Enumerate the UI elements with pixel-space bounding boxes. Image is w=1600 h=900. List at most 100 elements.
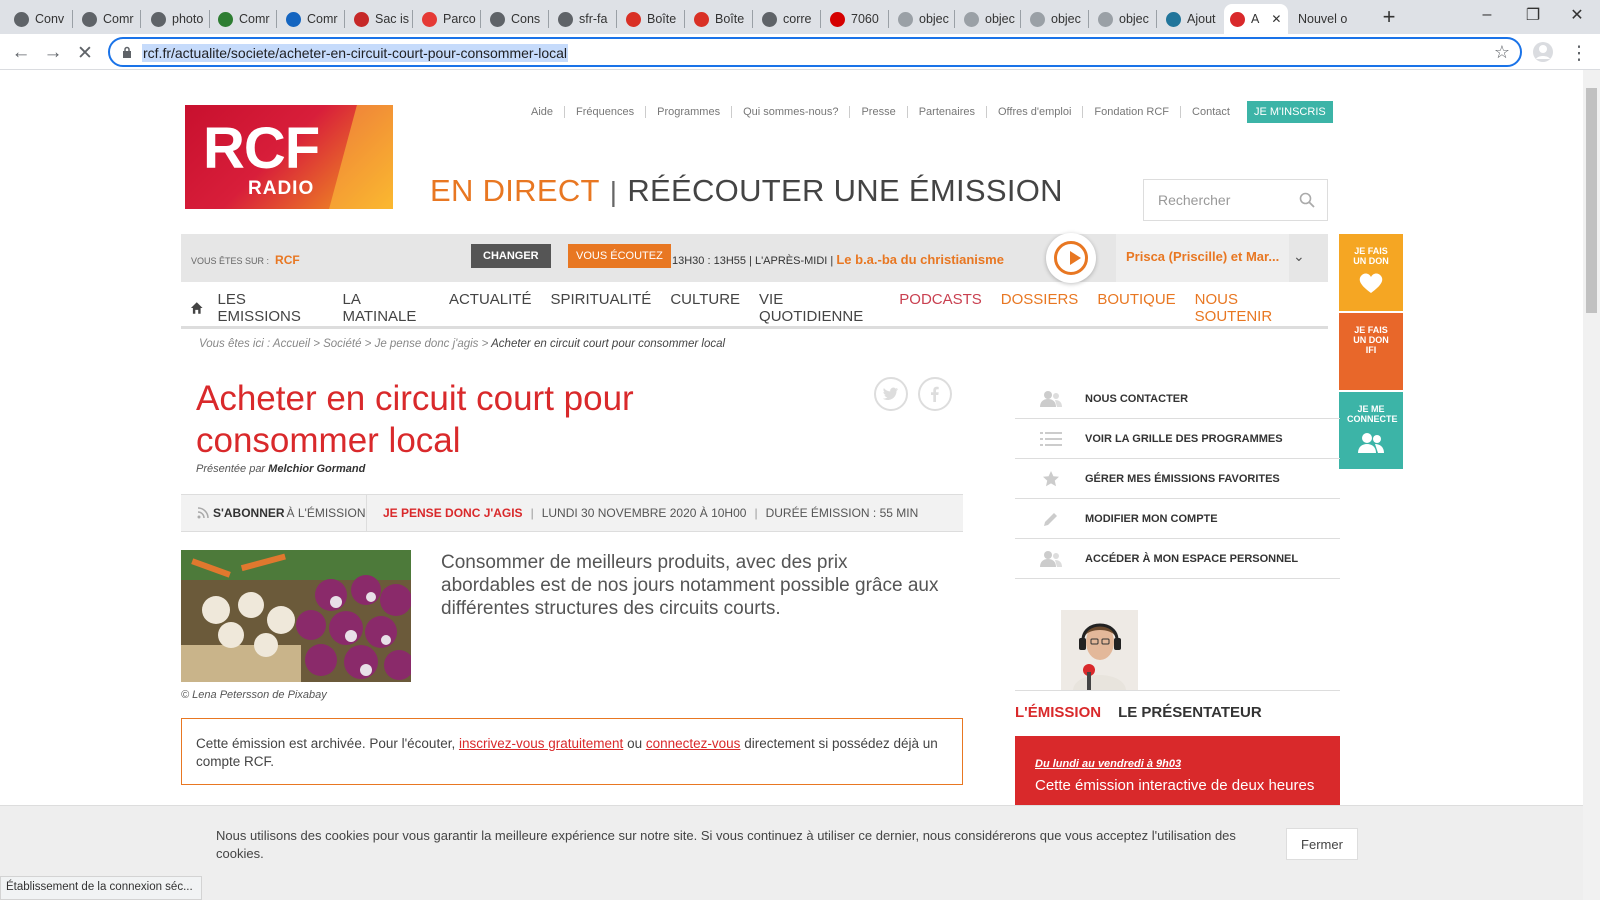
search-input[interactable]: Rechercher — [1143, 179, 1328, 221]
minimize-icon[interactable]: – — [1464, 0, 1510, 30]
mainnav-item[interactable]: LES EMISSIONS — [218, 291, 324, 325]
cookie-banner: Nous utilisons des cookies pour vous gar… — [0, 805, 1583, 900]
browser-tab[interactable]: Comr — [280, 4, 342, 34]
tab-presentateur[interactable]: LE PRÉSENTATEUR — [1118, 704, 1262, 730]
play-button[interactable] — [1046, 233, 1096, 283]
browser-tab[interactable]: Parco — [416, 4, 478, 34]
browser-tab[interactable]: Comr — [212, 4, 274, 34]
mainnav-item[interactable]: SPIRITUALITÉ — [550, 291, 651, 325]
browser-tab[interactable]: A ✕ — [1224, 4, 1288, 34]
sidebar-link[interactable]: GÉRER MES ÉMISSIONS FAVORITES — [1015, 459, 1340, 499]
mainnav-item[interactable]: LA MATINALE — [343, 291, 430, 325]
browser-tab[interactable]: sfr-fa — [552, 4, 614, 34]
twitter-share-icon[interactable] — [874, 377, 908, 411]
mainnav-item[interactable]: ACTUALITÉ — [449, 291, 532, 325]
topnav-link[interactable]: Qui sommes-nous? — [732, 106, 851, 118]
bookmark-star-icon[interactable]: ☆ — [1494, 42, 1510, 63]
search-icon[interactable] — [1299, 192, 1315, 208]
tab-label: objec — [919, 12, 949, 26]
mainnav-item[interactable]: BOUTIQUE — [1097, 291, 1175, 325]
lock-icon — [123, 46, 131, 58]
breadcrumb: Vous êtes ici : Accueil > Société > Je p… — [199, 338, 726, 350]
register-link[interactable]: inscrivez-vous gratuitement — [459, 736, 623, 751]
topnav-link[interactable]: Fréquences — [565, 106, 647, 118]
browser-tab[interactable]: Ajout — [1160, 4, 1218, 34]
home-icon[interactable] — [190, 301, 204, 315]
reecouter-link[interactable]: RÉÉCOUTER UNE ÉMISSION — [627, 173, 1062, 208]
forward-icon[interactable]: → — [40, 40, 66, 66]
topnav-link[interactable]: Fondation RCF — [1083, 106, 1182, 118]
close-tab-icon[interactable]: ✕ — [1271, 12, 1281, 26]
restore-icon[interactable]: ❐ — [1510, 0, 1556, 30]
rcf-logo[interactable]: RCF RADIO — [185, 105, 393, 209]
change-station-button[interactable]: CHANGER — [471, 244, 551, 268]
back-icon[interactable]: ← — [8, 40, 34, 66]
register-button[interactable]: JE M'INSCRIS — [1246, 101, 1333, 123]
emission-link[interactable]: JE PENSE DONC J'AGIS — [383, 506, 523, 520]
green-site-icon — [218, 11, 233, 27]
browser-tab[interactable]: Nouvel o — [1292, 4, 1364, 34]
browser-tab[interactable]: Sac is — [348, 4, 410, 34]
scrollbar-thumb[interactable] — [1586, 88, 1597, 313]
subscribe-button[interactable]: S'ABONNER À L'ÉMISSION — [181, 494, 367, 532]
browser-tab[interactable]: Boîte — [620, 4, 682, 34]
browser-tab[interactable]: objec — [892, 4, 952, 34]
browser-tab[interactable]: corre — [756, 4, 818, 34]
browser-tab[interactable]: objec — [1024, 4, 1086, 34]
stop-loading-icon[interactable]: ✕ — [72, 40, 98, 66]
sidebar-link[interactable]: MODIFIER MON COMPTE — [1015, 499, 1340, 539]
topnav-link[interactable]: Offres d'emploi — [987, 106, 1084, 118]
now-playing-program[interactable]: Le b.a.-ba du christianisme — [836, 252, 1004, 267]
mainnav-item[interactable]: PODCASTS — [899, 291, 982, 325]
browser-tab[interactable]: 7060 — [824, 4, 886, 34]
mainnav-item[interactable]: VIE QUOTIDIENNE — [759, 291, 880, 325]
station-indicator: VOUS ÊTES SUR : RCF — [191, 253, 300, 267]
url-text[interactable]: rcf.fr/actualite/societe/acheter-en-circ… — [142, 44, 569, 62]
browser-tab[interactable]: photo — [145, 4, 207, 34]
topnav-link[interactable]: Partenaires — [908, 106, 987, 118]
sidebar-link[interactable]: VOIR LA GRILLE DES PROGRAMMES — [1015, 419, 1340, 459]
en-direct-link[interactable]: EN DIRECT — [430, 173, 600, 208]
article-image-vegetables — [181, 550, 411, 682]
emission-description: Cette émission interactive de deux heure… — [1035, 777, 1315, 794]
browser-tab[interactable]: Boîte — [688, 4, 750, 34]
mainnav-item[interactable]: NOUS SOUTENIR — [1195, 291, 1309, 325]
sidebar-link[interactable]: NOUS CONTACTER — [1015, 379, 1340, 419]
now-playing-info: 13H30 : 13H55 | L'APRÈS-MIDI | Le b.a.-b… — [672, 252, 1004, 267]
facebook-share-icon[interactable] — [918, 377, 952, 411]
browser-tab[interactable]: Conv — [8, 4, 70, 34]
login-link[interactable]: connectez-vous — [646, 736, 741, 751]
browser-tab[interactable]: Cons — [484, 4, 546, 34]
topnav-link[interactable]: Programmes — [646, 106, 733, 118]
red-loop-icon — [830, 11, 845, 27]
sidebar-link[interactable]: ACCÉDER À MON ESPACE PERSONNEL — [1015, 539, 1340, 579]
menu-kebab-icon[interactable]: ⋮ — [1566, 40, 1592, 66]
tab-label: Comr — [239, 12, 270, 26]
topnav-link[interactable]: Aide — [520, 106, 566, 118]
profile-icon[interactable] — [1530, 39, 1556, 65]
browser-tab[interactable]: Comr — [76, 4, 138, 34]
tab-emission[interactable]: L'ÉMISSION — [1015, 704, 1101, 730]
vertical-scrollbar[interactable] — [1583, 70, 1600, 900]
side-float-button[interactable]: JE ME CONNECTE — [1339, 392, 1403, 469]
user-icon — [1039, 550, 1063, 568]
mainnav-item[interactable]: DOSSIERS — [1001, 291, 1079, 325]
address-bar[interactable]: rcf.fr/actualite/societe/acheter-en-circ… — [108, 37, 1522, 67]
presenter-name[interactable]: Melchior Gormand — [268, 463, 365, 475]
tab-label: sfr-fa — [579, 12, 608, 26]
header-links: EN DIRECT | RÉÉCOUTER UNE ÉMISSION — [430, 173, 1063, 208]
browser-tab[interactable]: objec — [1092, 4, 1154, 34]
chevron-down-icon[interactable]: ⌄ — [1293, 248, 1305, 265]
close-cookie-button[interactable]: Fermer — [1286, 828, 1358, 860]
mainnav-item[interactable]: CULTURE — [670, 291, 740, 325]
close-window-icon[interactable]: ✕ — [1554, 0, 1600, 30]
browser-tab[interactable]: objec — [958, 4, 1018, 34]
tab-label: Boîte — [715, 12, 745, 26]
side-float-button[interactable]: JE FAIS UN DON IFI — [1339, 313, 1403, 390]
topnav-link[interactable]: Contact — [1181, 106, 1241, 118]
next-program[interactable]: Prisca (Priscille) et Mar... — [1116, 234, 1289, 282]
tab-label: Comr — [307, 12, 338, 26]
new-tab-icon[interactable]: + — [1374, 2, 1404, 32]
topnav-link[interactable]: Presse — [850, 106, 908, 118]
side-float-button[interactable]: JE FAIS UN DON — [1339, 234, 1403, 311]
